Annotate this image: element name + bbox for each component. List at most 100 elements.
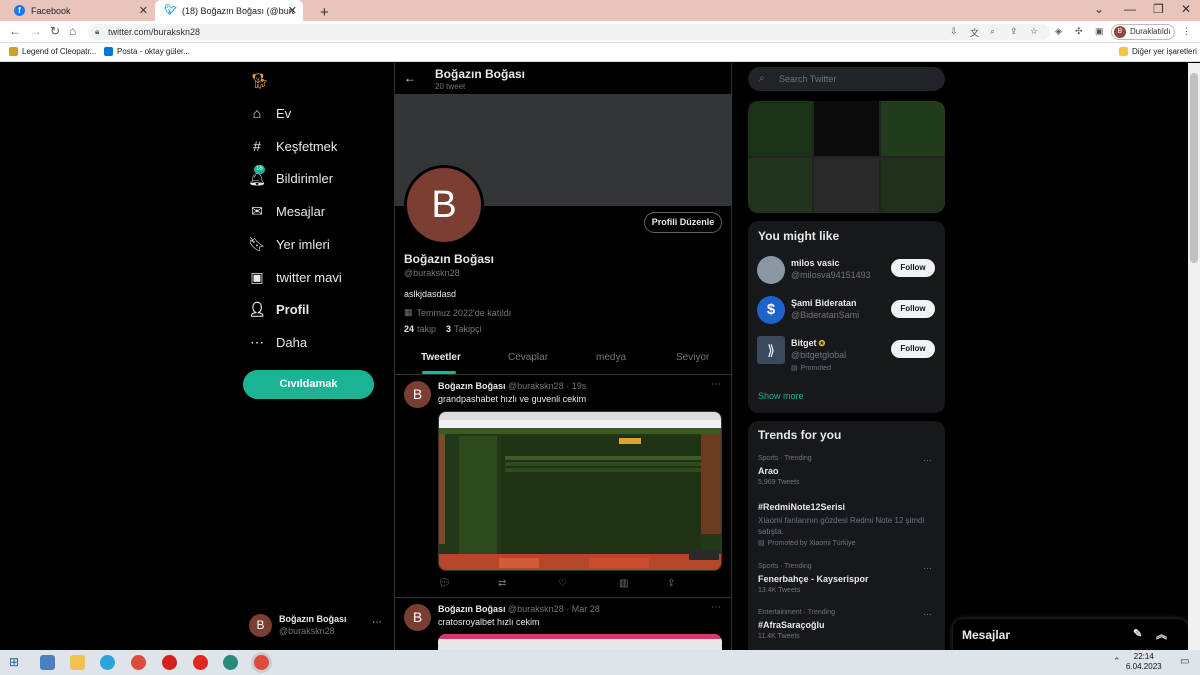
tab-search-icon[interactable]: ⌄ [1094, 2, 1104, 16]
nav-item-explore[interactable]: # Keşfetmek [248, 136, 337, 156]
nav-item-twitter-blue[interactable]: ▣ twitter mavi [248, 267, 342, 287]
tweet-image[interactable] [438, 634, 722, 650]
tab-facebook[interactable]: f Facebook ✕ [4, 0, 154, 21]
chrome-active-icon[interactable] [254, 655, 269, 670]
views-icon[interactable]: ▥ [619, 578, 628, 589]
star-icon[interactable]: ☆ [1030, 26, 1038, 37]
back-arrow-icon[interactable]: ← [404, 71, 416, 85]
install-icon[interactable]: ⇩ [950, 26, 958, 37]
zoom-icon[interactable]: ⌕ [990, 26, 995, 37]
chrome-icon[interactable] [131, 655, 146, 670]
translate-icon[interactable]: 文 [970, 26, 979, 39]
trend-category: Sports · Trending [758, 455, 812, 462]
file-explorer-icon[interactable] [70, 655, 85, 670]
bookmark-item[interactable]: Posta - oktay güler... [104, 47, 190, 56]
media-grid[interactable] [748, 101, 945, 213]
media-thumb[interactable] [748, 158, 813, 213]
followers-stat[interactable]: 3 Takipçi [446, 324, 482, 334]
sidepanel-icon[interactable]: ▣ [1095, 26, 1104, 37]
tweet-button[interactable]: Cıvıldamak [243, 370, 374, 399]
tweet-image[interactable] [438, 411, 722, 571]
close-tab-icon[interactable]: ✕ [139, 4, 148, 17]
close-tab-icon[interactable]: ✕ [288, 4, 297, 17]
page-scrollbar[interactable] [1188, 63, 1200, 650]
desktop-icon[interactable] [40, 655, 55, 670]
screenshot-image [439, 412, 721, 570]
promoted-label: ▤ Promoted by Xiaomi Türkiye [758, 539, 855, 548]
nav-item-messages[interactable]: ✉ Mesajlar [248, 201, 325, 221]
follow-button[interactable]: Follow [891, 340, 935, 358]
back-button[interactable]: ← [9, 24, 21, 38]
tab-media[interactable]: medya [596, 352, 626, 363]
trend-category: Entertainment · Trending [758, 609, 836, 616]
nav-item-notifications[interactable]: 🔔︎ 18 Bildirimler [248, 164, 333, 188]
follow-button[interactable]: Follow [891, 259, 935, 277]
nav-label: twitter mavi [276, 269, 342, 285]
menu-icon[interactable]: ⋮ [1182, 26, 1191, 37]
clock[interactable]: 22:14 6.04.2023 [1126, 652, 1162, 672]
tray-chevron-icon[interactable]: ⌃ [1113, 656, 1121, 667]
minimize-button[interactable]: — [1124, 2, 1136, 16]
maximize-button[interactable]: ❐ [1153, 2, 1164, 16]
other-bookmarks[interactable]: Diğer yer işaretleri [1119, 47, 1197, 56]
show-more-link[interactable]: Show more [758, 391, 804, 401]
search-icon: ⌕ [759, 73, 765, 84]
logo-icon[interactable]: 🐕︎ [250, 72, 269, 90]
browser-profile-button[interactable]: B Duraklatıldı [1111, 24, 1175, 40]
share-icon[interactable]: ⇪ [667, 578, 675, 589]
home-button[interactable]: ⌂ [69, 24, 76, 38]
url-bar[interactable]: 🔒︎ twitter.com/burakskn28 [88, 24, 1050, 40]
like-icon[interactable]: ♡ [558, 578, 567, 589]
tab-twitter[interactable]: 🐦︎ (18) Boğazın Boğası (@burakskn2 ✕ [155, 0, 303, 21]
close-window-button[interactable]: ✕ [1181, 2, 1191, 16]
reload-button[interactable]: ↻ [50, 24, 60, 38]
profile-avatar[interactable]: B [404, 165, 484, 245]
media-thumb[interactable] [748, 101, 813, 156]
more-icon[interactable]: ⋯ [923, 609, 932, 620]
expand-icon[interactable]: ︽ [1156, 626, 1167, 642]
more-icon[interactable]: ⋯ [923, 563, 932, 574]
media-thumb[interactable] [880, 158, 945, 213]
scrollbar-thumb[interactable] [1190, 73, 1198, 263]
media-thumb[interactable] [814, 101, 879, 156]
reply-icon[interactable]: 💬︎ [438, 578, 451, 589]
new-tab-button[interactable]: + [310, 2, 329, 23]
following-stat[interactable]: 24 takip [404, 324, 436, 334]
yandex-icon[interactable] [193, 655, 208, 670]
more-icon[interactable]: ⋯ [711, 379, 721, 390]
tab-likes[interactable]: Seviyor [676, 352, 709, 363]
you-might-like-card: You might like milos vasic @milosva94151… [748, 221, 945, 413]
twitter-blue-icon: ▣ [250, 268, 264, 285]
forward-button[interactable]: → [30, 24, 42, 38]
bell-icon: 🔔︎ 18 [248, 164, 266, 186]
nav-item-home[interactable]: ⌂ Ev [248, 103, 291, 123]
opera-icon[interactable] [162, 655, 177, 670]
tweet-meta: @burakskn28 · Mar 28 [508, 604, 600, 614]
nav-item-more[interactable]: ⋯ Daha [248, 332, 307, 352]
avatar: B [249, 614, 272, 637]
extension-icon[interactable]: ◈ [1055, 26, 1062, 37]
tab-replies[interactable]: Cevaplar [508, 352, 548, 363]
share-icon[interactable]: ⇪ [1010, 26, 1018, 37]
media-thumb[interactable] [880, 101, 945, 156]
puzzle-icon[interactable]: ✣ [1075, 26, 1083, 37]
bookmark-item[interactable]: Legend of Cleopatr... [9, 47, 96, 56]
windows-start-icon[interactable]: ⊞ [9, 655, 19, 669]
new-message-icon[interactable]: ✎ [1133, 627, 1142, 640]
retweet-icon[interactable]: ⇄ [498, 578, 506, 589]
display-name: Boğazın Boğası [404, 252, 495, 266]
notification-center-icon[interactable]: ▭ [1180, 656, 1189, 667]
app-icon[interactable] [223, 655, 238, 670]
tab-tweets[interactable]: Tweetler [421, 352, 461, 363]
messages-drawer[interactable]: Mesajlar ✎ ︽ [953, 619, 1188, 650]
account-switcher[interactable]: B Boğazın Boğası @burakskn28 ⋯ [249, 613, 384, 639]
search-input[interactable]: ⌕ Search Twitter [748, 67, 945, 91]
more-icon[interactable]: ⋯ [711, 602, 721, 613]
telegram-icon[interactable] [100, 655, 115, 670]
more-icon[interactable]: ⋯ [923, 455, 932, 466]
media-thumb[interactable] [814, 158, 879, 213]
nav-item-bookmarks[interactable]: 🔖︎ Yer imleri [248, 234, 330, 254]
follow-button[interactable]: Follow [891, 300, 935, 318]
edit-profile-button[interactable]: Profili Düzenle [644, 212, 722, 233]
nav-item-profile[interactable]: 👤︎ Profil [248, 299, 309, 319]
